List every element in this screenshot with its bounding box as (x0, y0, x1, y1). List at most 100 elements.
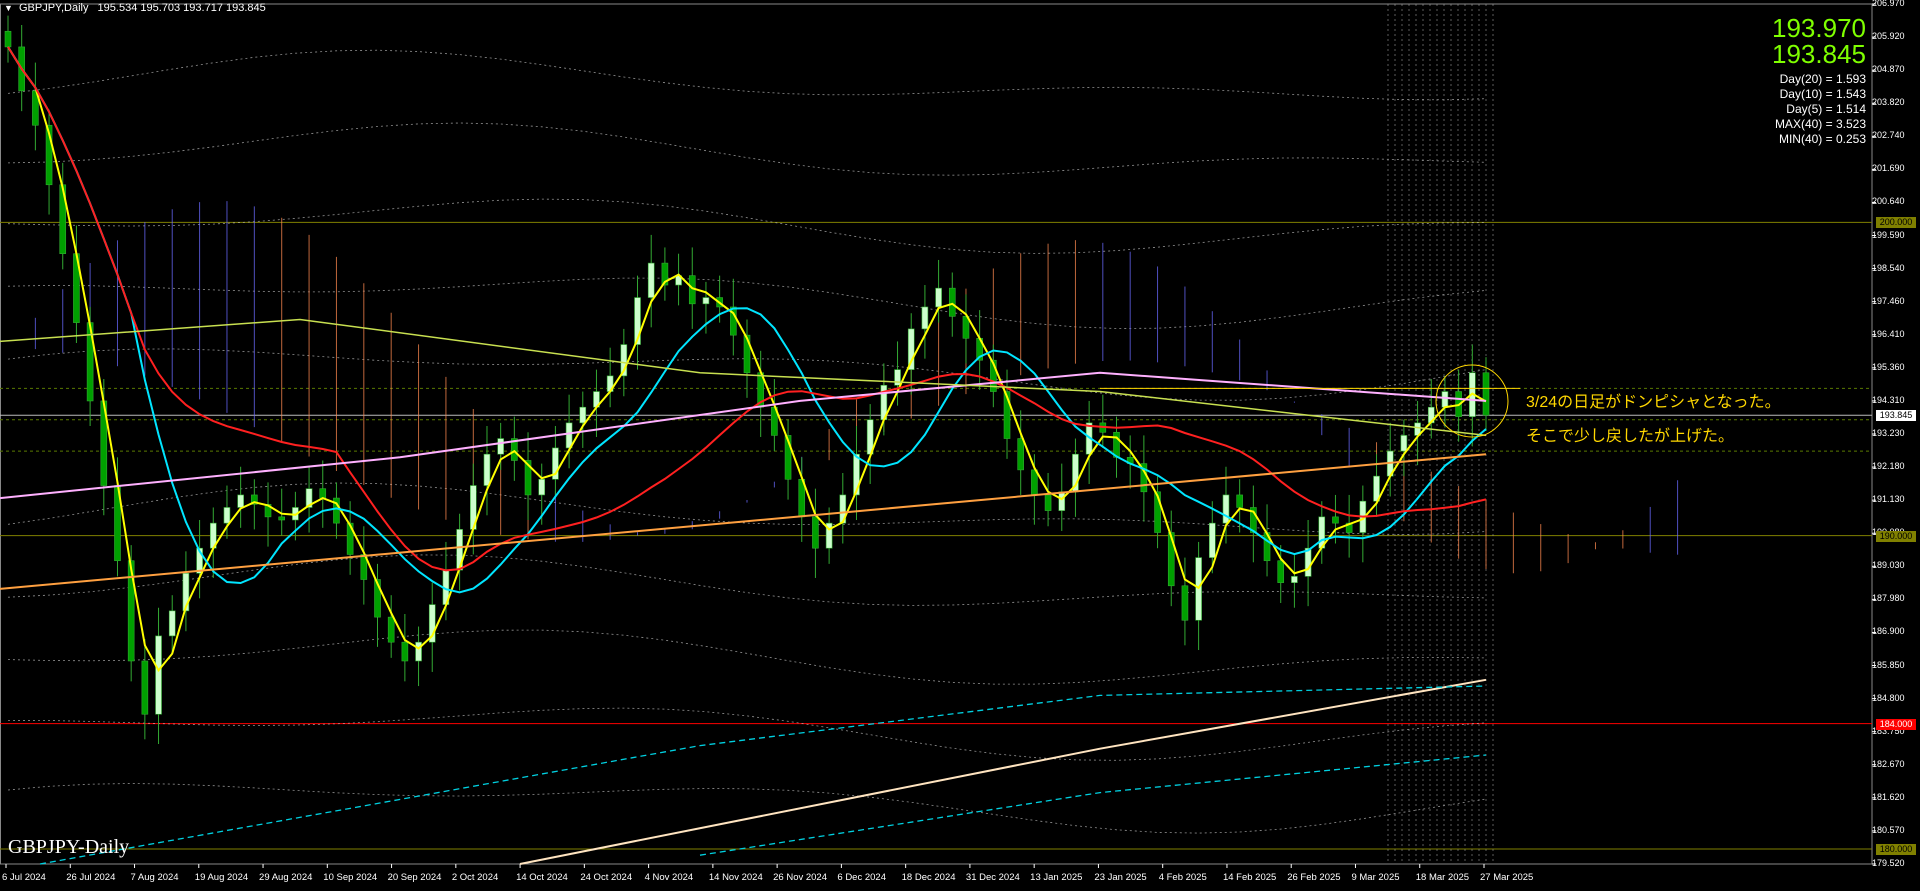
ma-olive-line (0, 318, 1487, 437)
time-label: 29 Aug 2024 (259, 872, 313, 883)
chart-header: ▼ GBPJPY,Daily 195.534 195.703 193.717 1… (4, 2, 266, 14)
candle-body (921, 306, 929, 330)
candle-body (1113, 431, 1120, 458)
time-label: 27 Mar 2025 (1480, 872, 1534, 883)
bid-price: 193.845 (1772, 39, 1866, 69)
envelope-band (7, 554, 1487, 606)
price-label: 200.640 (1872, 196, 1905, 207)
time-label: 26 Nov 2024 (773, 872, 827, 883)
price-label: 185.850 (1872, 659, 1905, 670)
candle-body (1208, 522, 1216, 558)
envelope-band (7, 198, 1487, 254)
candle-body (497, 438, 504, 455)
candle-body (894, 369, 901, 386)
candle-body (1482, 372, 1490, 416)
stat-day20: Day(20) = 1.593 (1779, 72, 1866, 86)
time-label: 14 Oct 2024 (516, 872, 568, 883)
time-label: 10 Sep 2024 (323, 872, 378, 883)
time-label: 19 Aug 2024 (194, 872, 249, 883)
envelope-band (7, 783, 1487, 834)
time-label: 7 Aug 2024 (130, 872, 179, 883)
stat-day10: Day(10) = 1.543 (1779, 87, 1866, 101)
candle-body (1304, 547, 1312, 577)
candle-body (141, 660, 149, 715)
price-label: 201.690 (1872, 163, 1905, 174)
ask-price: 193.970 (1772, 13, 1866, 43)
stat-max40: MAX(40) = 3.523 (1774, 117, 1866, 131)
price-label: 203.820 (1872, 97, 1905, 108)
price-label: 205.920 (1872, 31, 1905, 42)
candle-body (1332, 516, 1339, 524)
price-label: 181.620 (1872, 791, 1905, 802)
price-label: 184.800 (1872, 692, 1905, 703)
time-label: 23 Jan 2025 (1094, 872, 1147, 883)
candle-body (1277, 560, 1285, 583)
time-label: 6 Jul 2024 (2, 872, 46, 883)
candle-body (401, 641, 409, 662)
symbol-timeframe: GBPJPY,Daily (18, 2, 89, 14)
price-label: 206.970 (1872, 0, 1905, 8)
envelope-band (7, 122, 1487, 176)
time-label: 31 Dec 2024 (965, 872, 1020, 883)
range-stats: Day(20) = 1.593 Day(10) = 1.543 Day(5) =… (1775, 72, 1866, 147)
price-label: 179.520 (1872, 858, 1905, 868)
price-label: 199.590 (1872, 229, 1905, 240)
price-label: 195.360 (1872, 361, 1905, 372)
time-label: 4 Feb 2025 (1158, 872, 1207, 883)
time-label: 2 Oct 2024 (451, 872, 499, 883)
candle-body (1222, 494, 1230, 524)
price-label: 192.180 (1872, 461, 1905, 472)
candle-body (223, 507, 231, 524)
price-label: 198.540 (1872, 262, 1905, 273)
time-label: 9 Mar 2025 (1351, 872, 1400, 883)
candle-body (538, 478, 546, 496)
price-label: 193.230 (1872, 428, 1905, 438)
candle-body (1031, 469, 1038, 496)
time-label: 4 Nov 2024 (644, 872, 694, 883)
price-label: 197.460 (1872, 295, 1905, 306)
candle-body (155, 635, 162, 715)
price-label: 196.410 (1872, 328, 1905, 339)
price-label: 202.740 (1872, 130, 1905, 141)
candle-body (1044, 494, 1052, 511)
candle-body (168, 610, 176, 637)
level-tag: 180.000 (1876, 843, 1916, 855)
price-label: 186.900 (1872, 626, 1905, 637)
level-tag: 190.000 (1876, 530, 1916, 542)
candle-body (702, 297, 710, 305)
candle-body (1441, 391, 1449, 408)
time-label: 14 Nov 2024 (708, 872, 763, 883)
stat-min40: MIN(40) = 0.253 (1778, 132, 1866, 146)
candle-body (1291, 576, 1298, 583)
time-label: 26 Jul 2024 (66, 872, 116, 883)
envelope-band (7, 49, 1487, 101)
ma-pink-line (0, 371, 1487, 500)
chart-menu-triangle-icon[interactable]: ▼ (4, 3, 13, 13)
annotation-line-2: そこで少し戻したが上げた。 (1526, 428, 1735, 445)
candle-body (565, 422, 573, 449)
price-label: 182.670 (1872, 758, 1905, 769)
candle-body (4, 30, 12, 48)
candle-body (647, 262, 655, 298)
candle-body (237, 494, 244, 508)
candle-body (1181, 585, 1189, 621)
time-label: 20 Sep 2024 (387, 872, 442, 883)
candle-body (483, 453, 491, 486)
candle-body (1400, 435, 1408, 452)
time-label: 26 Feb 2025 (1287, 872, 1341, 883)
candle-body (1058, 491, 1066, 511)
candle-body (1236, 494, 1243, 508)
envelope-band (7, 629, 1487, 685)
time-label: 6 Dec 2024 (837, 872, 886, 883)
price-label: 191.130 (1872, 494, 1905, 505)
time-label: 14 Feb 2025 (1222, 872, 1277, 883)
level-tag: 200.000 (1876, 217, 1916, 229)
band-line-cyan (39, 685, 1487, 865)
candle-body (278, 516, 286, 521)
current-price-tag: 193.845 (1876, 410, 1916, 422)
chart-watermark: GBPJPY-Daily (8, 836, 130, 858)
stat-day5: Day(5) = 1.514 (1786, 102, 1866, 116)
envelope-band (7, 707, 1487, 761)
price-label: 180.570 (1872, 824, 1905, 835)
price-label: 187.980 (1872, 593, 1905, 604)
